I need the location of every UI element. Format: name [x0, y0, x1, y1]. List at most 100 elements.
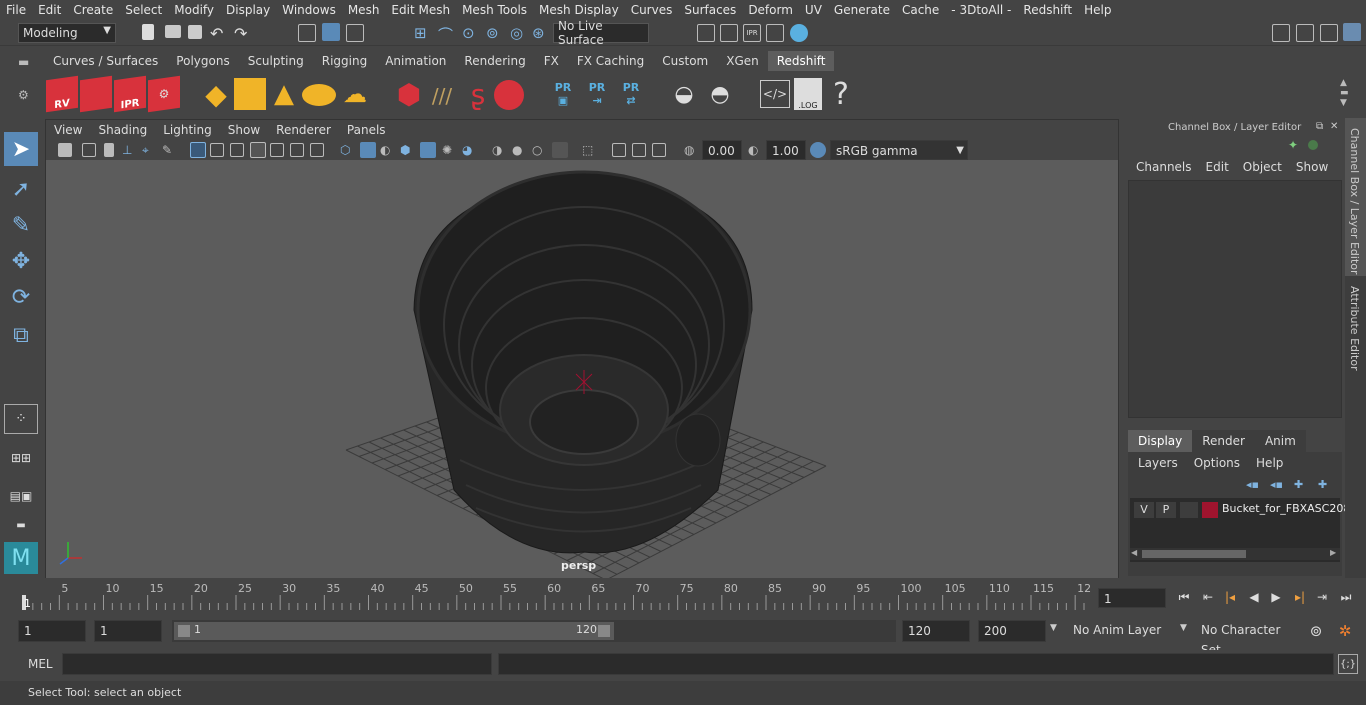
smooth-shade-icon[interactable]: [360, 142, 376, 158]
shelf-tab-xgen[interactable]: XGen: [717, 51, 768, 71]
menu-3dtoall[interactable]: - 3DtoAll -: [945, 3, 1017, 17]
scrollbar-thumb[interactable]: [1142, 550, 1246, 558]
film-gate-icon[interactable]: [210, 143, 224, 157]
redshift-spot-light-icon[interactable]: ▲: [270, 78, 298, 110]
xray-components-icon[interactable]: [632, 143, 646, 157]
shelf-tab-rigging[interactable]: Rigging: [313, 51, 376, 71]
play-forward-icon[interactable]: ▶: [1266, 588, 1286, 606]
layer-playback-toggle[interactable]: P: [1156, 502, 1176, 518]
live-surface-field[interactable]: No Live Surface: [553, 19, 649, 47]
new-layer-selected-icon[interactable]: ✚: [1318, 478, 1327, 491]
move-layer-up-icon[interactable]: ◂▪: [1246, 478, 1259, 491]
playback-start-field[interactable]: 1: [94, 620, 162, 642]
isolate-select-icon[interactable]: [552, 142, 568, 158]
channel-box-toggle-icon[interactable]: [1343, 23, 1361, 41]
hypershade-icon[interactable]: [790, 24, 808, 42]
shelf-tab-fx-caching[interactable]: FX Caching: [568, 51, 653, 71]
shadows-icon[interactable]: ✺: [442, 143, 456, 157]
xray-joints-icon[interactable]: [612, 143, 626, 157]
log-icon[interactable]: .LOG: [794, 78, 822, 110]
menu-edit-mesh[interactable]: Edit Mesh: [385, 3, 456, 17]
script-editor-icon[interactable]: </>: [760, 80, 790, 108]
range-start-grip[interactable]: [178, 625, 190, 637]
playback-end-field[interactable]: 120: [902, 620, 970, 642]
2d-pan-zoom-icon[interactable]: ⌖: [142, 143, 156, 157]
time-ruler[interactable]: 5 10 15 20 25 30 35 40 45 50 55 60 65 70 75 80 85 90 95 100…: [20, 581, 1092, 611]
layout-graph-icon[interactable]: ▬: [6, 516, 36, 534]
close-panel-icon[interactable]: ✕: [1330, 121, 1338, 132]
move-layer-down-icon[interactable]: ◂▪: [1270, 478, 1283, 491]
bake-icon[interactable]: ◒: [668, 80, 700, 108]
menu-file[interactable]: File: [0, 3, 32, 17]
save-scene-icon[interactable]: [188, 25, 202, 39]
anim-layer-dropdown[interactable]: No Anim Layer: [1068, 620, 1174, 642]
wireframe-on-shaded-icon[interactable]: ◐: [380, 143, 394, 157]
menu-mesh-tools[interactable]: Mesh Tools: [456, 3, 533, 17]
menu-curves[interactable]: Curves: [625, 3, 679, 17]
menu-edit[interactable]: Edit: [32, 3, 67, 17]
3d-scene[interactable]: persp: [46, 160, 1118, 578]
script-editor-icon[interactable]: {;}: [1338, 654, 1358, 674]
maya-logo-icon[interactable]: M: [4, 542, 38, 574]
range-slider-handle[interactable]: 1 120: [174, 622, 614, 640]
shelf-tab-animation[interactable]: Animation: [376, 51, 455, 71]
step-forward-frame-icon[interactable]: ▸|: [1290, 588, 1310, 606]
command-input[interactable]: [62, 653, 492, 675]
anti-alias-icon[interactable]: ●: [512, 143, 526, 157]
layer-menu-options[interactable]: Options: [1194, 456, 1256, 470]
menu-display[interactable]: Display: [220, 3, 276, 17]
channel-box-toggle-dot-icon[interactable]: [1308, 140, 1318, 150]
redshift-sun-light-icon[interactable]: ☁: [338, 80, 372, 108]
shelf-scroll-icon[interactable]: ▲ ▬ ▼: [1340, 78, 1349, 108]
attribute-editor-toggle-icon[interactable]: [1296, 24, 1314, 42]
menu-mesh[interactable]: Mesh: [342, 3, 386, 17]
workspace-dropdown[interactable]: Modeling ▼: [18, 23, 116, 43]
image-plane-icon[interactable]: ⊥: [122, 143, 136, 157]
step-forward-key-icon[interactable]: ⇥: [1312, 588, 1332, 606]
shelf-tab-fx[interactable]: FX: [535, 51, 568, 71]
redshift-dome-light-icon[interactable]: [302, 84, 336, 106]
animation-preferences-icon[interactable]: ✲: [1334, 621, 1356, 641]
layer-tab-anim[interactable]: Anim: [1254, 430, 1306, 452]
layer-horizontal-scrollbar[interactable]: ◀ ▶: [1130, 548, 1340, 560]
resolution-gate-icon[interactable]: [230, 143, 244, 157]
paint-select-icon[interactable]: ✎: [4, 208, 38, 242]
current-frame-field[interactable]: 1: [1098, 588, 1166, 608]
vp-menu-lighting[interactable]: Lighting: [155, 123, 220, 137]
auto-key-icon[interactable]: ⊚: [1306, 621, 1326, 641]
layer-visibility-toggle[interactable]: V: [1134, 502, 1154, 518]
pr-convert-icon[interactable]: PR ⇄: [616, 76, 646, 112]
snap-view-plane-icon[interactable]: ◎: [510, 24, 528, 42]
shelf-tab-sculpting[interactable]: Sculpting: [239, 51, 313, 71]
shelf-tab-custom[interactable]: Custom: [653, 51, 717, 71]
step-back-frame-icon[interactable]: |◂: [1220, 588, 1240, 606]
shelf-tab-redshift[interactable]: Redshift: [767, 51, 835, 71]
lasso-tool-icon[interactable]: ➚: [4, 172, 38, 206]
menu-uv[interactable]: UV: [799, 3, 828, 17]
ambient-occlusion-icon[interactable]: ◕: [462, 143, 476, 157]
layer-menu-help[interactable]: Help: [1256, 456, 1283, 470]
render-view-icon[interactable]: [766, 24, 784, 42]
new-layer-icon[interactable]: ✚: [1294, 478, 1303, 491]
redshift-hair-icon[interactable]: ///: [426, 82, 458, 110]
gamma-field[interactable]: 1.00: [766, 140, 806, 160]
layout-four-icon[interactable]: ⊞⊞: [6, 444, 36, 472]
range-slider[interactable]: 1 120: [172, 620, 896, 642]
safe-title-icon[interactable]: [310, 143, 324, 157]
gate-mask-icon[interactable]: [250, 142, 266, 158]
command-language-label[interactable]: MEL: [28, 657, 53, 671]
shelf-tab-curves-surfaces[interactable]: Curves / Surfaces: [44, 51, 167, 71]
cb-menu-show[interactable]: Show: [1289, 160, 1335, 174]
menu-surfaces[interactable]: Surfaces: [678, 3, 742, 17]
menu-help[interactable]: Help: [1078, 3, 1117, 17]
play-backward-icon[interactable]: ◀: [1244, 588, 1264, 606]
redshift-proxy-icon[interactable]: ⬢: [394, 78, 424, 111]
render-current-frame-icon[interactable]: [720, 24, 738, 42]
workspace-toggle-icon[interactable]: [1272, 24, 1290, 42]
help-icon[interactable]: ?: [830, 76, 852, 112]
bake-options-icon[interactable]: ◓: [704, 80, 736, 108]
vp-menu-show[interactable]: Show: [220, 123, 268, 137]
layer-name[interactable]: Bucket_for_FBXASC208: [1222, 502, 1350, 515]
shelf-tab-polygons[interactable]: Polygons: [167, 51, 238, 71]
wireframe-icon[interactable]: ⬡: [340, 143, 354, 157]
